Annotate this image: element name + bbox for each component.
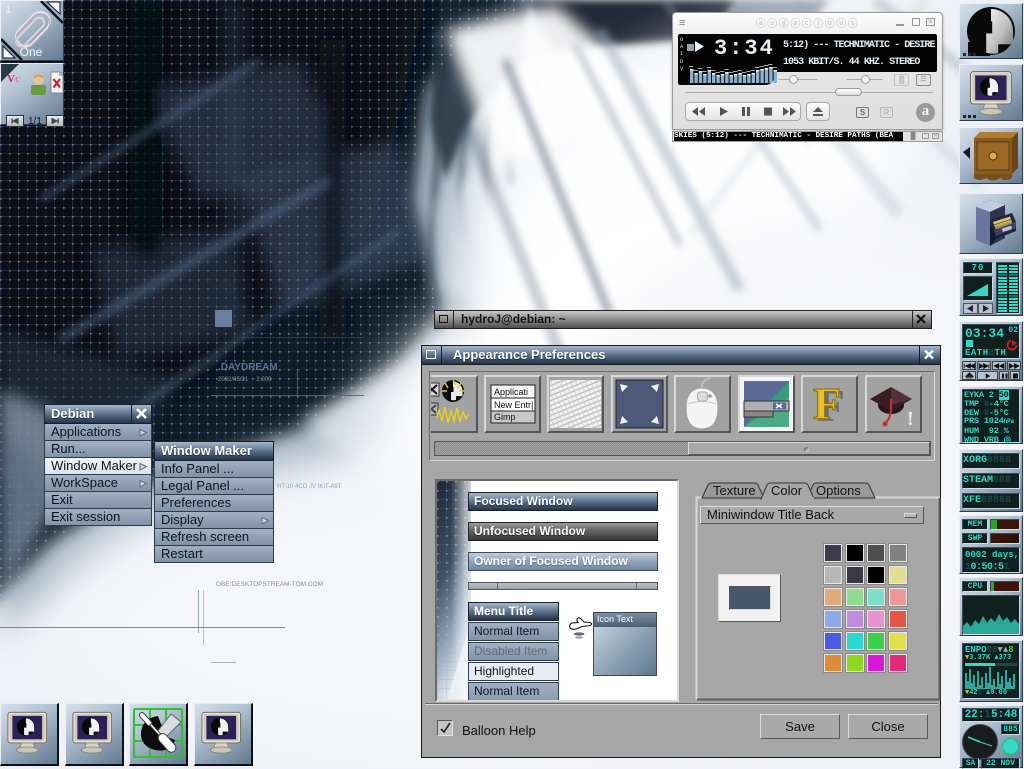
svg-text:Color: Color — [771, 483, 803, 498]
svg-text:Gimp: Gimp — [494, 412, 516, 422]
svg-text:HT-10 4CO JV IKIT-A9T: HT-10 4CO JV IKIT-A9T — [277, 484, 342, 490]
svg-text:OBE:DESKTOPSTREAM-TOM.COM: OBE:DESKTOPSTREAM-TOM.COM — [216, 581, 323, 588]
svg-text:Applicati: Applicati — [494, 387, 528, 397]
svg-text:Options: Options — [816, 483, 861, 498]
svg-text:!: ! — [907, 408, 914, 430]
svg-text:1: 1 — [5, 4, 11, 16]
svg-text:.DAYDREAM: .DAYDREAM — [218, 362, 278, 373]
svg-text:One: One — [20, 45, 43, 59]
svg-text:New Entr|: New Entr| — [494, 400, 533, 410]
svg-text:2002/05/21 2.000: 2002/05/21 2.000 — [218, 377, 272, 383]
svg-text:Texture: Texture — [713, 483, 756, 498]
svg-text:F: F — [813, 378, 841, 429]
